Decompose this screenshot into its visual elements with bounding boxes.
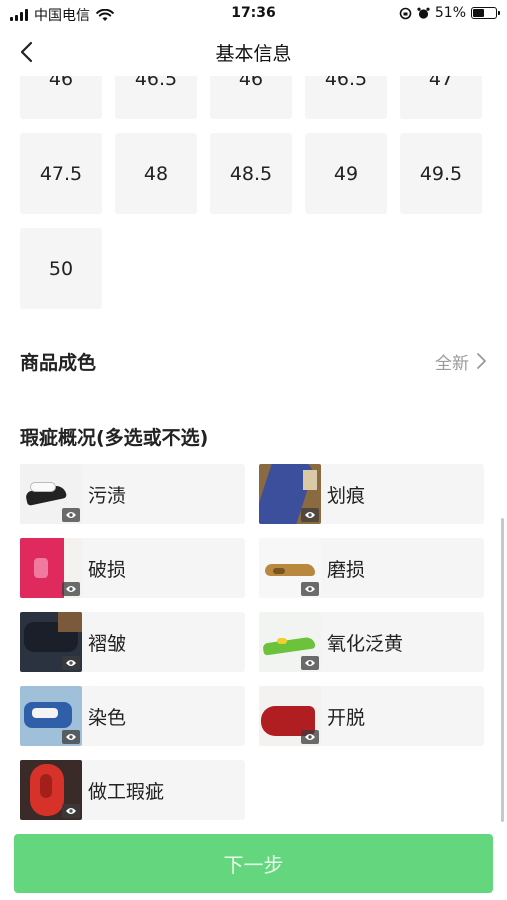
page-title: 基本信息 <box>215 43 292 65</box>
size-option[interactable]: 46 <box>20 76 102 119</box>
size-option[interactable]: 46.5 <box>115 76 197 119</box>
defect-thumbnail[interactable] <box>259 612 321 672</box>
defect-option[interactable]: 划痕 <box>259 464 484 524</box>
scrollbar[interactable] <box>501 518 504 822</box>
defect-option[interactable]: 氧化泛黄 <box>259 612 484 672</box>
condition-value: 全新 <box>435 353 469 374</box>
eye-icon[interactable] <box>301 508 319 522</box>
size-option[interactable]: 46 <box>210 76 292 119</box>
condition-label: 商品成色 <box>20 351 97 374</box>
defect-option[interactable]: 破损 <box>20 538 245 598</box>
size-option[interactable]: 47 <box>400 76 482 119</box>
defect-thumbnail[interactable] <box>20 686 82 746</box>
defect-option[interactable]: 开脱 <box>259 686 484 746</box>
size-row: 50 <box>20 228 490 309</box>
defect-section-title: 瑕疵概况(多选或不选) <box>20 427 209 449</box>
eye-icon[interactable] <box>62 730 80 744</box>
eye-icon[interactable] <box>62 582 80 596</box>
defect-option[interactable]: 污渍 <box>20 464 245 524</box>
size-grid: 46 46.5 46 46.5 47 47.5 48 48.5 49 49.5 50 <box>20 76 490 323</box>
condition-row[interactable]: 商品成色 全新 <box>20 346 487 376</box>
defect-label: 磨损 <box>327 558 366 581</box>
eye-icon[interactable] <box>301 582 319 596</box>
chevron-right-icon <box>477 353 486 369</box>
eye-icon[interactable] <box>301 656 319 670</box>
defect-label: 破损 <box>88 558 127 581</box>
nav-bar: 基本信息 <box>0 28 507 76</box>
status-bar: 中国电信 17:36 51% <box>0 0 507 28</box>
defect-thumbnail[interactable] <box>20 760 82 820</box>
battery-percent: 51% <box>434 5 466 21</box>
size-row: 46 46.5 46 46.5 47 <box>20 76 490 119</box>
defect-option[interactable]: 褶皱 <box>20 612 245 672</box>
defect-thumbnail[interactable] <box>20 538 82 598</box>
defect-label: 污渍 <box>88 484 127 507</box>
size-option[interactable]: 49.5 <box>400 133 482 214</box>
rotation-lock-icon <box>399 7 412 19</box>
defect-thumbnail[interactable] <box>259 464 321 524</box>
defect-thumbnail[interactable] <box>259 686 321 746</box>
size-option[interactable]: 48.5 <box>210 133 292 214</box>
defect-option[interactable]: 磨损 <box>259 538 484 598</box>
defect-option[interactable]: 做工瑕疵 <box>20 760 245 820</box>
defect-thumbnail[interactable] <box>20 464 82 524</box>
eye-icon[interactable] <box>62 656 80 670</box>
eye-icon[interactable] <box>62 508 80 522</box>
defect-label: 开脱 <box>327 706 366 729</box>
defect-label: 做工瑕疵 <box>88 780 165 803</box>
size-option[interactable]: 46.5 <box>305 76 387 119</box>
defect-label: 氧化泛黄 <box>327 632 404 655</box>
condition-selector[interactable]: 全新 <box>435 349 487 374</box>
size-option[interactable]: 47.5 <box>20 133 102 214</box>
eye-icon[interactable] <box>301 730 319 744</box>
defect-label: 染色 <box>88 706 127 729</box>
defect-label: 褶皱 <box>88 632 127 655</box>
eye-icon[interactable] <box>62 804 80 818</box>
size-option[interactable]: 49 <box>305 133 387 214</box>
size-option[interactable]: 48 <box>115 133 197 214</box>
defect-option[interactable]: 染色 <box>20 686 245 746</box>
size-row: 47.5 48 48.5 49 49.5 <box>20 133 490 214</box>
alarm-icon <box>417 7 430 19</box>
scroll-content[interactable]: 46 46.5 46 46.5 47 47.5 48 48.5 49 49.5 50 商品成色 全新… <box>0 76 507 824</box>
defect-thumbnail[interactable] <box>259 538 321 598</box>
defect-label: 划痕 <box>327 484 366 507</box>
defect-grid: 污渍 划痕破损 磨损褶皱 氧化泛黄染色 开脱做工瑕疵 <box>20 464 486 820</box>
battery-icon <box>471 7 500 19</box>
size-option[interactable]: 50 <box>20 228 102 309</box>
defect-thumbnail[interactable] <box>20 612 82 672</box>
status-right: 51% <box>399 5 500 21</box>
next-step-button[interactable]: 下一步 <box>14 834 493 893</box>
